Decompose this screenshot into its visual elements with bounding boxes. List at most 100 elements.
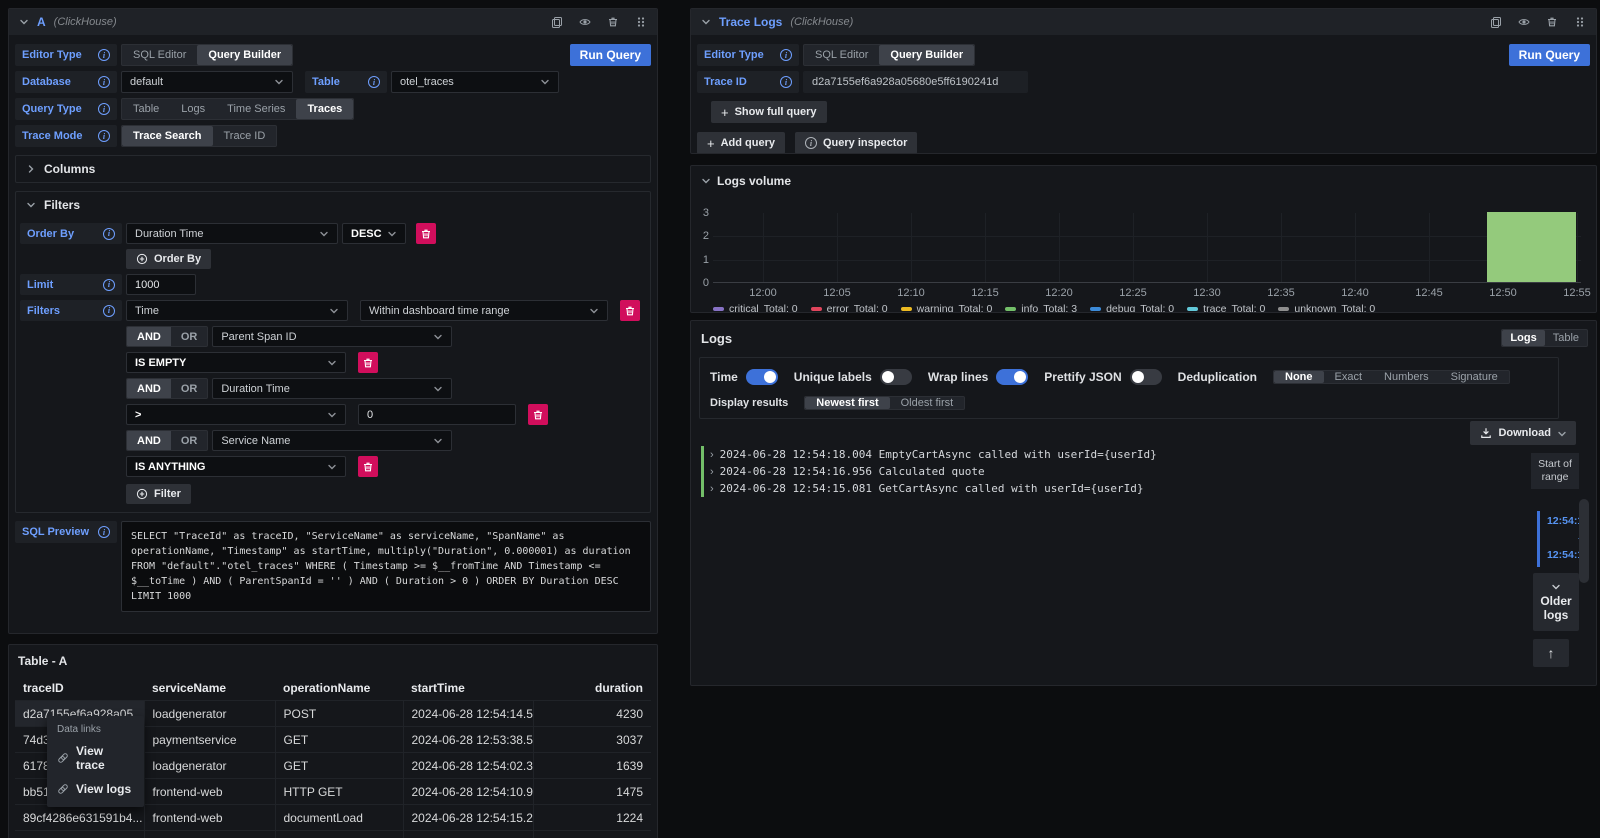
trace-mode-option-trace-id[interactable]: Trace ID xyxy=(213,126,277,146)
remove-filter-button[interactable] xyxy=(528,404,548,425)
add-order-by-button[interactable]: Order By xyxy=(126,249,211,269)
column-header-traceID[interactable]: traceID xyxy=(15,676,144,701)
drag-handle-icon[interactable] xyxy=(635,16,647,28)
info-icon[interactable]: i xyxy=(780,76,792,88)
logs-volume-chart[interactable]: 12:0012:0512:1012:1512:2012:2512:3012:35… xyxy=(713,213,1581,283)
remove-filter-button[interactable] xyxy=(358,456,378,477)
dedup-option-numbers[interactable]: Numbers xyxy=(1373,371,1440,383)
log-row[interactable]: ›2024-06-28 12:54:18.004 EmptyCartAsync … xyxy=(701,446,1481,463)
and-option[interactable]: AND xyxy=(127,379,171,398)
panel-title[interactable]: Trace Logs xyxy=(719,15,782,29)
legend-item-warning[interactable]: warningTotal: 0 xyxy=(901,303,993,313)
column-header-operationName[interactable]: operationName xyxy=(275,676,403,701)
collapse-chevron-icon[interactable] xyxy=(701,17,711,27)
legend-item-error[interactable]: errorTotal: 0 xyxy=(811,303,888,313)
logs-view-option-logs[interactable]: Logs xyxy=(1502,330,1544,346)
collapse-chevron-icon[interactable] xyxy=(19,17,29,27)
chevron-right-icon[interactable]: › xyxy=(710,483,714,495)
eye-icon[interactable] xyxy=(1518,16,1530,28)
editor-type-option-query-builder[interactable]: Query Builder xyxy=(197,45,292,65)
add-query-button[interactable]: + Add query xyxy=(697,132,785,154)
dedup-option-none[interactable]: None xyxy=(1274,371,1324,383)
menu-item-view-trace[interactable]: View trace xyxy=(47,739,144,777)
legend-item-debug[interactable]: debugTotal: 0 xyxy=(1090,303,1174,313)
trash-icon[interactable] xyxy=(1546,16,1558,28)
or-option[interactable]: OR xyxy=(171,327,208,346)
info-icon[interactable]: i xyxy=(103,305,115,317)
or-option[interactable]: OR xyxy=(171,379,208,398)
copy-icon[interactable] xyxy=(551,16,563,28)
legend-item-critical[interactable]: criticalTotal: 0 xyxy=(713,303,798,313)
collapse-chevron-icon[interactable] xyxy=(701,176,711,186)
filter-field-select[interactable]: Time xyxy=(126,300,348,321)
trace-mode-option-trace-search[interactable]: Trace Search xyxy=(122,126,213,146)
chevron-right-icon[interactable]: › xyxy=(710,466,714,478)
copy-icon[interactable] xyxy=(1490,16,1502,28)
remove-filter-button[interactable] xyxy=(358,352,378,373)
filter-operator-select[interactable]: Within dashboard time range xyxy=(360,300,608,321)
show-full-query-button[interactable]: + Show full query xyxy=(711,101,827,123)
logs-scrollbar[interactable] xyxy=(1579,499,1589,583)
order-by-field-select[interactable]: Duration Time xyxy=(126,223,338,244)
panel-title[interactable]: A xyxy=(37,15,46,29)
logs-view-option-table[interactable]: Table xyxy=(1545,330,1587,346)
filter-operator-select[interactable]: > xyxy=(126,404,346,425)
toggle-prettify-json[interactable] xyxy=(1130,369,1162,385)
display-results-option-oldest-first[interactable]: Oldest first xyxy=(890,397,965,409)
add-filter-button[interactable]: Filter xyxy=(126,484,191,504)
toggle-time[interactable] xyxy=(746,369,778,385)
and-option[interactable]: AND xyxy=(127,431,171,450)
query-type-option-time-series[interactable]: Time Series xyxy=(216,99,296,119)
trace-id-input[interactable]: d2a7155ef6a928a05680e5ff6190241d xyxy=(803,71,1028,93)
run-query-button[interactable]: Run Query xyxy=(570,44,651,66)
log-row[interactable]: ›2024-06-28 12:54:16.956 Calculated quot… xyxy=(701,463,1481,480)
column-header-startTime[interactable]: startTime xyxy=(403,676,533,701)
or-option[interactable]: OR xyxy=(171,431,208,450)
older-logs-button[interactable]: Older logs xyxy=(1533,573,1579,631)
legend-item-info[interactable]: infoTotal: 3 xyxy=(1005,303,1077,313)
info-icon[interactable]: i xyxy=(98,526,110,538)
info-icon[interactable]: i xyxy=(103,279,115,291)
filter-field-select[interactable]: Parent Span ID xyxy=(212,326,452,347)
drag-handle-icon[interactable] xyxy=(1574,16,1586,28)
info-icon[interactable]: i xyxy=(98,130,110,142)
download-button[interactable]: Download xyxy=(1470,421,1576,445)
trash-icon[interactable] xyxy=(607,16,619,28)
toggle-unique-labels[interactable] xyxy=(880,369,912,385)
dedup-option-signature[interactable]: Signature xyxy=(1440,371,1509,383)
editor-type-option-sql-editor[interactable]: SQL Editor xyxy=(122,45,197,65)
filter-field-select[interactable]: Duration Time xyxy=(212,378,452,399)
filter-operator-select[interactable]: IS ANYTHING xyxy=(126,456,346,477)
dedup-option-exact[interactable]: Exact xyxy=(1324,371,1374,383)
and-option[interactable]: AND xyxy=(127,327,171,346)
table-select[interactable]: otel_traces xyxy=(391,71,559,93)
filters-section-toggle[interactable]: Filters xyxy=(16,192,650,218)
query-type-option-table[interactable]: Table xyxy=(122,99,170,119)
chevron-right-icon[interactable]: › xyxy=(710,449,714,461)
info-icon[interactable]: i xyxy=(98,103,110,115)
remove-order-by-button[interactable] xyxy=(416,223,436,244)
toggle-wrap-lines[interactable] xyxy=(996,369,1028,385)
filter-operator-select[interactable]: IS EMPTY xyxy=(126,352,346,373)
order-by-direction-select[interactable]: DESC xyxy=(342,223,406,244)
column-header-duration[interactable]: duration xyxy=(533,676,651,701)
editor-type-option-sql-editor[interactable]: SQL Editor xyxy=(804,45,879,65)
trace-id-link[interactable]: 9a7af849341886... xyxy=(15,831,144,838)
info-icon[interactable]: i xyxy=(98,76,110,88)
filter-value-input[interactable]: 0 xyxy=(358,404,516,425)
info-icon[interactable]: i xyxy=(98,49,110,61)
menu-item-view-logs[interactable]: View logs xyxy=(47,777,144,801)
limit-input[interactable]: 1000 xyxy=(126,274,196,295)
remove-filter-button[interactable] xyxy=(620,300,640,321)
editor-type-option-query-builder[interactable]: Query Builder xyxy=(879,45,974,65)
scroll-to-top-button[interactable]: ↑ xyxy=(1533,639,1569,667)
legend-item-unknown[interactable]: unknownTotal: 0 xyxy=(1278,303,1375,313)
legend-item-trace[interactable]: traceTotal: 0 xyxy=(1187,303,1265,313)
run-query-button[interactable]: Run Query xyxy=(1509,44,1590,66)
filter-field-select[interactable]: Service Name xyxy=(212,430,452,451)
info-icon[interactable]: i xyxy=(368,76,380,88)
display-results-option-newest-first[interactable]: Newest first xyxy=(805,397,889,409)
query-inspector-button[interactable]: i Query inspector xyxy=(795,132,917,154)
bar-info[interactable] xyxy=(1487,212,1576,282)
database-select[interactable]: default xyxy=(121,71,293,93)
